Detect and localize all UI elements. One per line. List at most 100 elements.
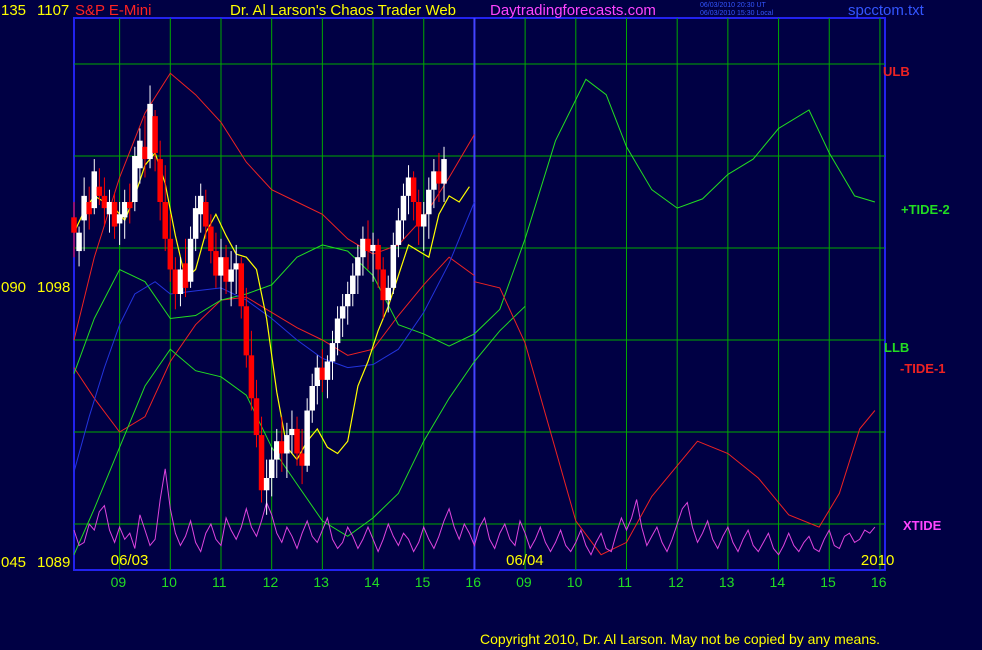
price-bars bbox=[71, 85, 447, 515]
price-bar-down bbox=[152, 116, 158, 153]
price-bar-up bbox=[329, 343, 336, 362]
price-bar-up bbox=[177, 269, 184, 294]
instrument-title: S&P E-Mini bbox=[75, 2, 152, 19]
price-bar-down bbox=[319, 367, 326, 380]
timestamp-ut: 06/03/2010 20:30 UT bbox=[700, 2, 766, 9]
price-bar-up bbox=[334, 318, 341, 344]
price-bar-up bbox=[218, 257, 224, 276]
y-tick-bottom-left: 045 bbox=[1, 554, 27, 571]
y-tick-top-right: 1107 bbox=[37, 2, 70, 19]
price-bar-down bbox=[436, 171, 442, 184]
series-line-tide-minus1 bbox=[474, 281, 876, 556]
price-bar-up bbox=[385, 287, 392, 301]
price-bar-down bbox=[248, 355, 255, 399]
series-line-blue-slow bbox=[73, 201, 475, 473]
x-tick-label: 14 bbox=[769, 574, 786, 590]
x-tick-label: 15 bbox=[414, 574, 431, 590]
plot-frame bbox=[73, 17, 886, 571]
price-bar-up bbox=[274, 441, 280, 460]
x-tick-label: 10 bbox=[566, 574, 583, 590]
x-tick-label: 11 bbox=[617, 574, 633, 590]
price-bar-down bbox=[279, 441, 285, 454]
price-bar-up bbox=[324, 361, 331, 380]
price-bar-down bbox=[410, 177, 417, 202]
price-bar-up bbox=[289, 428, 295, 436]
price-bar-up bbox=[339, 306, 346, 319]
price-bar-down bbox=[365, 238, 371, 252]
price-bar-up bbox=[360, 238, 366, 258]
price-bar-down bbox=[213, 251, 219, 276]
price-bar-down bbox=[375, 244, 381, 270]
price-bar-up bbox=[76, 232, 82, 252]
x-tick-label: 16 bbox=[465, 574, 481, 590]
price-bar-down bbox=[299, 453, 305, 466]
x-tick-label: 10 bbox=[161, 574, 177, 590]
price-bar-up bbox=[309, 386, 315, 411]
x-tick-label: 15 bbox=[820, 574, 836, 590]
price-bar-up bbox=[350, 275, 356, 294]
price-bar-down bbox=[294, 428, 300, 454]
x-tick-label: 13 bbox=[313, 574, 329, 590]
x-tick-label: 11 bbox=[211, 574, 227, 590]
price-bar-up bbox=[263, 478, 270, 491]
price-bar-down bbox=[243, 306, 250, 356]
price-bar-up bbox=[228, 269, 234, 282]
price-bar-down bbox=[157, 159, 163, 202]
y-tick-mid-right: 1098 bbox=[37, 279, 71, 296]
price-bar-up bbox=[284, 435, 290, 454]
grid bbox=[74, 18, 885, 570]
price-bar-up bbox=[390, 244, 397, 288]
price-bar-up bbox=[400, 195, 407, 221]
legend-xtide: XTIDE bbox=[903, 518, 942, 533]
price-bar-up bbox=[132, 156, 138, 202]
y-tick-top-left: 135 bbox=[1, 2, 27, 19]
price-bar-down bbox=[182, 263, 189, 288]
x-tick-label: 12 bbox=[668, 574, 684, 590]
price-bar-down bbox=[167, 238, 174, 270]
price-bar-up bbox=[420, 214, 427, 227]
legend-tide-minus1: -TIDE-1 bbox=[900, 361, 946, 376]
x-tick-label: 14 bbox=[364, 574, 380, 590]
price-bar-down bbox=[203, 202, 209, 227]
price-bar-up bbox=[233, 263, 239, 270]
copyright: Copyright 2010, Dr. Al Larson. May not b… bbox=[480, 631, 881, 647]
date-label: 2010 bbox=[860, 552, 895, 569]
price-bar-up bbox=[81, 195, 87, 221]
price-bar-down bbox=[96, 186, 103, 196]
series-line-ulb bbox=[73, 72, 475, 341]
price-bar-up bbox=[106, 202, 113, 215]
date-label: 06/04 bbox=[506, 552, 544, 569]
price-bar-down bbox=[258, 435, 265, 491]
price-bar-up bbox=[187, 238, 194, 282]
date-label: 06/03 bbox=[110, 552, 149, 569]
price-bar-up bbox=[405, 177, 412, 196]
price-bar-up bbox=[441, 159, 447, 184]
price-bar-down bbox=[71, 217, 77, 233]
x-tick-label: 13 bbox=[718, 574, 735, 590]
series-line-red-mid bbox=[73, 256, 475, 433]
file-name: spcctom.txt bbox=[848, 2, 924, 19]
price-bar-up bbox=[116, 214, 123, 224]
legend-ulb: ULB bbox=[883, 64, 910, 79]
price-bar-down bbox=[111, 202, 118, 227]
price-bar-down bbox=[142, 146, 148, 160]
price-bar-up bbox=[91, 171, 98, 209]
price-bar-up bbox=[197, 195, 204, 215]
price-bar-up bbox=[395, 220, 402, 245]
price-bar-up bbox=[431, 171, 437, 190]
price-bar-down bbox=[208, 226, 214, 252]
price-bar-down bbox=[238, 263, 245, 307]
brand-link[interactable]: Daytradingforecasts.com bbox=[490, 3, 656, 19]
x-tick-label: 16 bbox=[870, 574, 887, 590]
y-tick-mid-left: 090 bbox=[1, 279, 27, 296]
price-bar-down bbox=[86, 202, 92, 215]
price-bar-down bbox=[380, 269, 386, 301]
price-bar-up bbox=[304, 410, 310, 466]
price-bar-up bbox=[426, 189, 432, 215]
price-bar-down bbox=[162, 202, 168, 239]
price-bar-up bbox=[137, 140, 143, 169]
price-bar-up bbox=[147, 103, 153, 160]
price-bar-up bbox=[192, 208, 199, 239]
legend-llb: LLB bbox=[884, 340, 910, 355]
chart-title: Dr. Al Larson's Chaos Trader Web bbox=[230, 2, 457, 19]
